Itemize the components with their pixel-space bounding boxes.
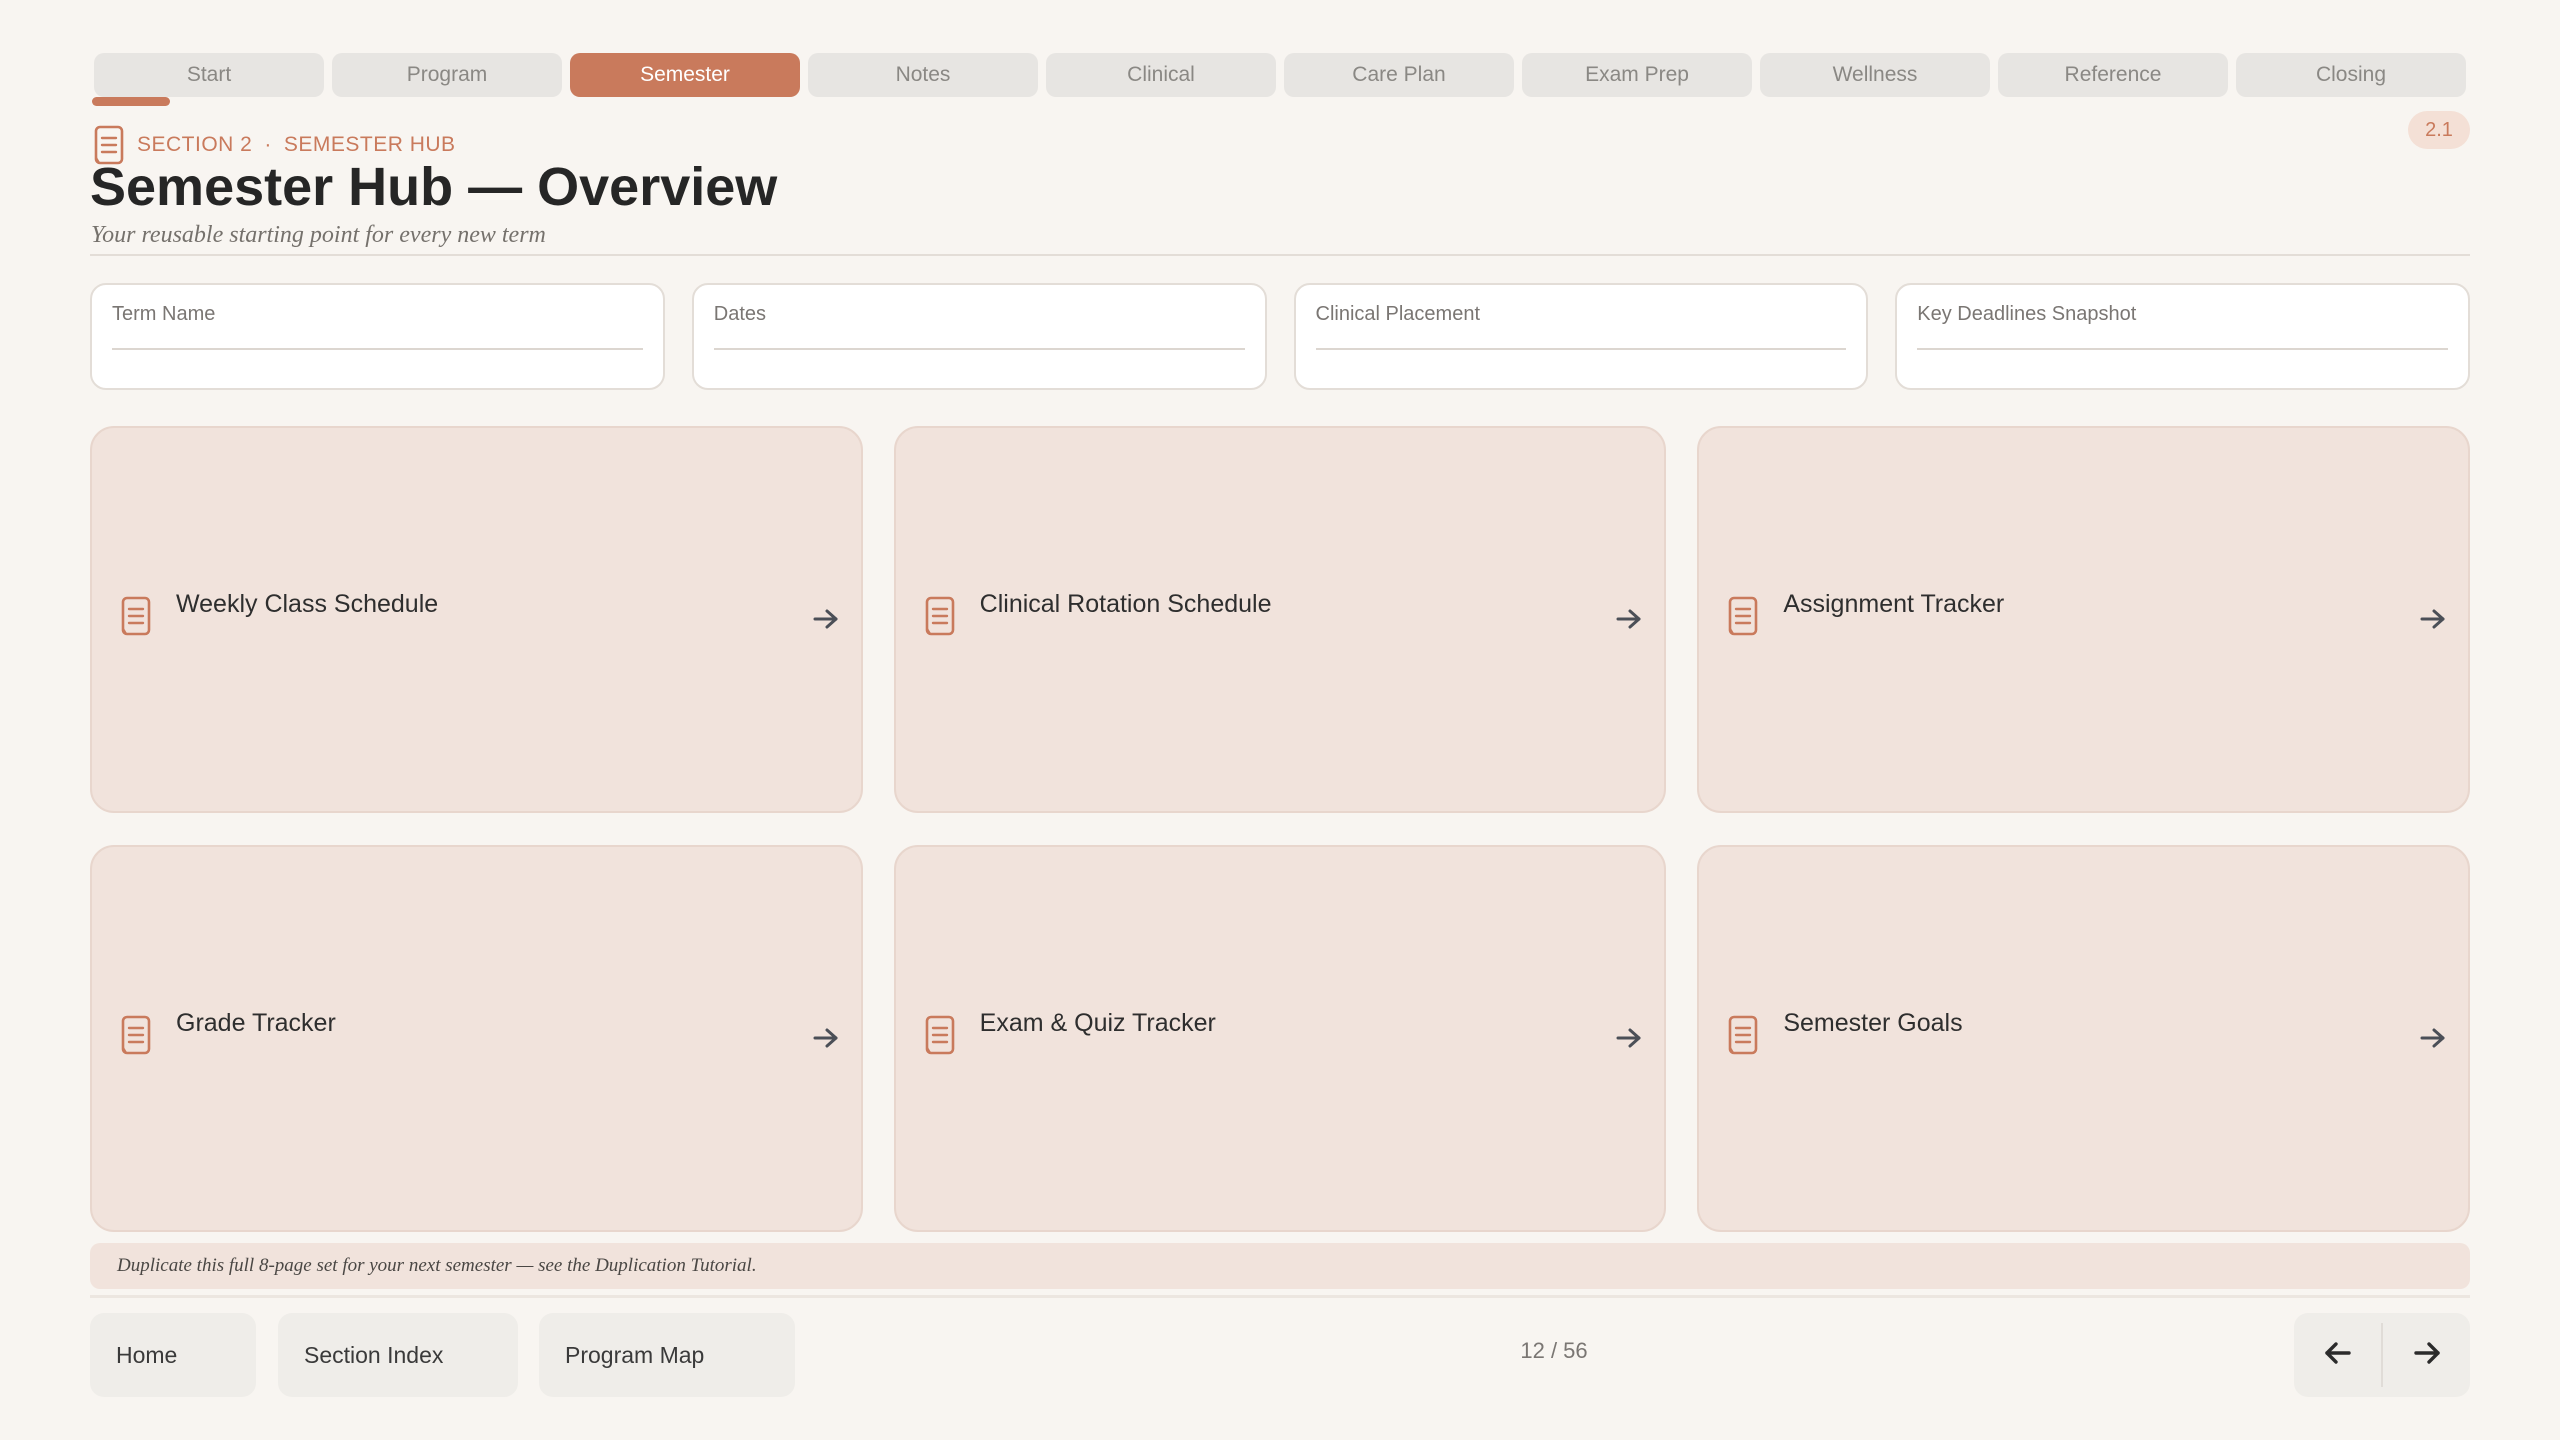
document-icon bbox=[924, 1015, 956, 1055]
field-underline bbox=[1917, 348, 2448, 350]
card-semester-goals[interactable]: Semester Goals bbox=[1697, 845, 2470, 1232]
document-icon bbox=[1727, 596, 1759, 636]
tab-clinical[interactable]: Clinical bbox=[1046, 53, 1276, 97]
key-deadlines-field[interactable]: Key Deadlines Snapshot bbox=[1895, 283, 2470, 390]
page-title: Semester Hub — Overview bbox=[90, 157, 778, 217]
card-grade-tracker[interactable]: Grade Tracker bbox=[90, 845, 863, 1232]
arrow-right-icon bbox=[813, 1027, 839, 1054]
tab-reference[interactable]: Reference bbox=[1998, 53, 2228, 97]
card-title: Clinical Rotation Schedule bbox=[979, 590, 1272, 618]
section-index-button[interactable]: Section Index bbox=[278, 1313, 518, 1397]
term-name-field[interactable]: Term Name bbox=[90, 283, 665, 390]
dates-field[interactable]: Dates bbox=[691, 283, 1267, 390]
previous-page-button[interactable] bbox=[2294, 1313, 2381, 1397]
term-info-fields: Term Name Dates Clinical Placement Key D… bbox=[90, 283, 2470, 390]
arrow-right-icon bbox=[813, 608, 839, 635]
tab-program[interactable]: Program bbox=[332, 53, 562, 97]
card-clinical-rotation-schedule[interactable]: Clinical Rotation Schedule bbox=[893, 426, 1667, 813]
tab-semester[interactable]: Semester bbox=[570, 53, 800, 97]
document-icon bbox=[120, 1015, 152, 1055]
tab-closing[interactable]: Closing bbox=[2236, 53, 2466, 97]
document-icon bbox=[924, 596, 956, 636]
card-exam-quiz-tracker[interactable]: Exam & Quiz Tracker bbox=[893, 845, 1667, 1232]
arrow-right-icon bbox=[2420, 1027, 2446, 1054]
card-weekly-class-schedule[interactable]: Weekly Class Schedule bbox=[90, 426, 863, 813]
card-title: Weekly Class Schedule bbox=[176, 590, 439, 618]
arrow-right-icon bbox=[2413, 1341, 2441, 1370]
card-title: Grade Tracker bbox=[176, 1009, 336, 1037]
card-title: Exam & Quiz Tracker bbox=[979, 1009, 1216, 1037]
page-subtitle: Your reusable starting point for every n… bbox=[91, 222, 546, 248]
card-assignment-tracker[interactable]: Assignment Tracker bbox=[1697, 426, 2470, 813]
card-title: Semester Goals bbox=[1783, 1009, 1963, 1037]
next-page-button[interactable] bbox=[2383, 1313, 2470, 1397]
home-button[interactable]: Home bbox=[90, 1313, 256, 1397]
arrow-right-icon bbox=[1616, 608, 1642, 635]
section-tabs: Start Program Semester Notes Clinical Ca… bbox=[94, 53, 2466, 97]
arrow-right-icon bbox=[2420, 608, 2446, 635]
field-underline bbox=[1315, 348, 1847, 350]
document-icon bbox=[1727, 1015, 1759, 1055]
tab-care-plan[interactable]: Care Plan bbox=[1284, 53, 1514, 97]
field-label: Term Name bbox=[112, 303, 216, 325]
footer-divider bbox=[90, 1295, 2470, 1298]
field-label: Dates bbox=[713, 303, 766, 325]
hub-card-grid: Weekly Class Schedule Clinical Rotation … bbox=[90, 426, 2470, 1234]
field-label: Key Deadlines Snapshot bbox=[1917, 303, 2137, 325]
program-map-button[interactable]: Program Map bbox=[539, 1313, 795, 1397]
field-underline bbox=[713, 348, 1245, 350]
document-icon bbox=[120, 596, 152, 636]
tab-notes[interactable]: Notes bbox=[808, 53, 1038, 97]
header-divider bbox=[90, 254, 2470, 256]
duplication-note: Duplicate this full 8-page set for your … bbox=[90, 1243, 2470, 1289]
tab-exam-prep[interactable]: Exam Prep bbox=[1522, 53, 1752, 97]
arrow-right-icon bbox=[1616, 1027, 1642, 1054]
tab-progress-indicator bbox=[92, 97, 170, 106]
page-counter: 12 / 56 bbox=[1520, 1338, 1588, 1363]
page-nav-arrows bbox=[2294, 1313, 2470, 1397]
field-label: Clinical Placement bbox=[1315, 303, 1481, 325]
tab-wellness[interactable]: Wellness bbox=[1760, 53, 1990, 97]
field-underline bbox=[112, 348, 643, 350]
arrow-left-icon bbox=[2324, 1341, 2352, 1370]
card-title: Assignment Tracker bbox=[1783, 590, 2005, 618]
tab-start[interactable]: Start bbox=[94, 53, 324, 97]
page-number-badge: 2.1 bbox=[2408, 111, 2470, 149]
clinical-placement-field[interactable]: Clinical Placement bbox=[1293, 283, 1869, 390]
